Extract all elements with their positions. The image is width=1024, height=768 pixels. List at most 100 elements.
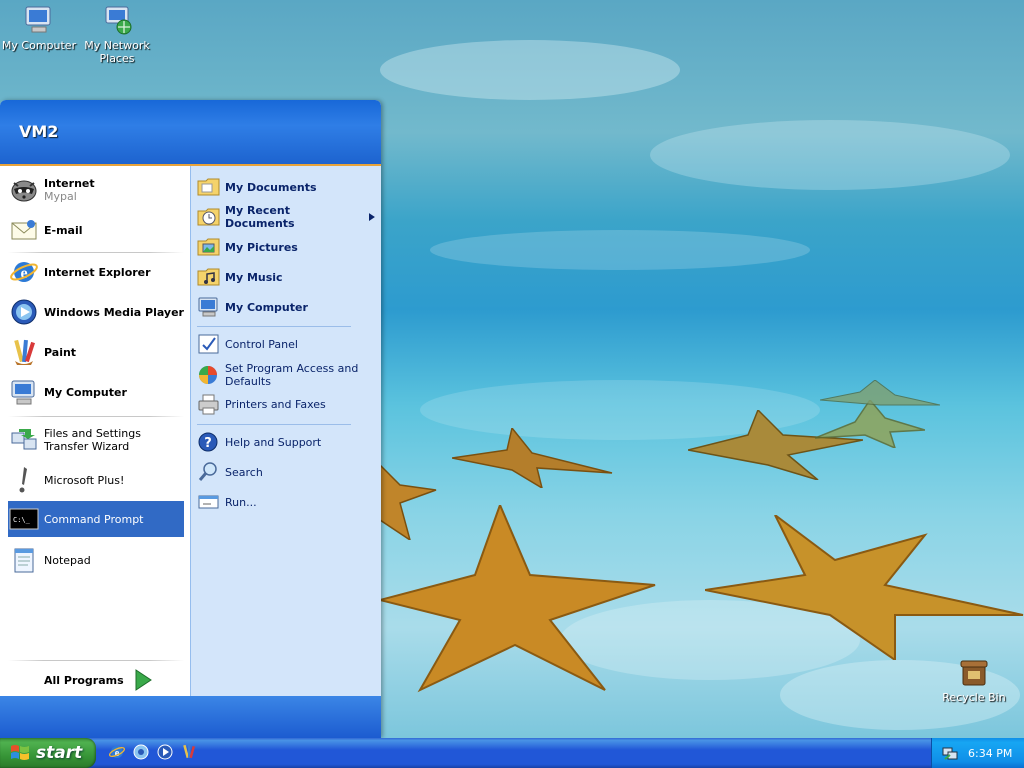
paint-icon[interactable] bbox=[180, 743, 198, 761]
recycle-bin-icon bbox=[960, 660, 988, 686]
start-item-label: Internet bbox=[44, 177, 95, 190]
recent-documents-icon bbox=[197, 205, 221, 229]
internet-explorer-icon: e bbox=[8, 256, 40, 288]
media-player-icon bbox=[8, 296, 40, 328]
all-programs-button[interactable]: All Programs bbox=[44, 668, 164, 692]
svg-text:C:\_: C:\_ bbox=[13, 516, 31, 524]
desktop-icon-label: Recycle Bin bbox=[942, 691, 1006, 704]
starfish-decoration bbox=[380, 465, 437, 540]
starfish-decoration bbox=[452, 428, 613, 488]
start-item-label: Printers and Faxes bbox=[225, 397, 326, 411]
start-item-my-pictures[interactable]: My Pictures bbox=[197, 234, 375, 260]
username: VM2 bbox=[19, 122, 59, 141]
help-icon: ? bbox=[197, 430, 221, 454]
start-item-label: Help and Support bbox=[225, 435, 322, 449]
command-prompt-icon: C:\_ bbox=[8, 503, 40, 535]
taskbar: start e 6:34 PM bbox=[0, 738, 1024, 768]
start-menu-separator bbox=[197, 424, 351, 425]
search-icon bbox=[197, 460, 221, 484]
network-icon bbox=[105, 6, 132, 35]
exclamation-icon bbox=[8, 464, 40, 496]
start-button[interactable]: start bbox=[0, 738, 96, 768]
program-access-icon bbox=[197, 363, 221, 387]
start-item-label: E-mail bbox=[44, 223, 83, 237]
folder-documents-icon bbox=[197, 175, 221, 199]
desktop-icon-my-computer[interactable]: My Computer bbox=[0, 3, 79, 52]
start-item-label: Paint bbox=[44, 345, 77, 359]
computer-icon bbox=[197, 295, 221, 319]
all-programs-label: All Programs bbox=[44, 673, 124, 687]
start-item-my-computer-right[interactable]: My Computer bbox=[197, 294, 375, 320]
network-tray-icon[interactable] bbox=[942, 745, 958, 761]
start-item-search[interactable]: Search bbox=[197, 460, 375, 484]
start-item-internet[interactable]: Internet Mypal bbox=[8, 172, 184, 208]
email-icon bbox=[8, 214, 40, 246]
browser-icon[interactable] bbox=[132, 743, 150, 761]
start-item-label: My Documents bbox=[225, 180, 317, 194]
notepad-icon bbox=[8, 544, 40, 576]
raccoon-browser-icon bbox=[8, 174, 40, 206]
start-item-label: Run... bbox=[225, 495, 257, 509]
start-item-microsoft-plus[interactable]: Microsoft Plus! bbox=[8, 462, 184, 498]
windows-logo-icon bbox=[11, 745, 29, 760]
computer-icon bbox=[25, 6, 51, 33]
start-item-label: Files and Settings Transfer Wizard bbox=[44, 427, 141, 453]
submenu-arrow-icon bbox=[369, 213, 375, 221]
start-item-command-prompt[interactable]: C:\_ Command Prompt bbox=[8, 501, 184, 537]
start-item-control-panel[interactable]: Control Panel bbox=[197, 332, 375, 356]
transfer-wizard-icon bbox=[8, 424, 40, 456]
start-menu-right-pane: My Documents My Recent Documents My Pict… bbox=[190, 166, 381, 696]
desktop-icon-recycle-bin[interactable]: Recycle Bin bbox=[934, 655, 1014, 704]
clock[interactable]: 6:34 PM bbox=[968, 747, 1012, 760]
start-item-paint[interactable]: Paint bbox=[8, 334, 184, 370]
start-item-label: Search bbox=[225, 465, 263, 479]
start-menu-left-pane: Internet Mypal E-mail e Internet Explore… bbox=[0, 166, 190, 696]
start-item-run[interactable]: Run... bbox=[197, 490, 375, 514]
start-item-help-and-support[interactable]: ? Help and Support bbox=[197, 430, 375, 454]
paint-icon bbox=[8, 336, 40, 368]
control-panel-icon bbox=[197, 332, 221, 356]
start-item-my-computer[interactable]: My Computer bbox=[8, 374, 184, 410]
start-menu: VM2 Internet Mypal E-mail e Internet Exp… bbox=[0, 100, 381, 738]
start-item-email[interactable]: E-mail bbox=[8, 212, 184, 248]
start-menu-separator bbox=[8, 660, 184, 661]
start-item-label: My Pictures bbox=[225, 240, 298, 254]
start-item-label: Microsoft Plus! bbox=[44, 473, 125, 487]
quick-launch: e bbox=[108, 743, 198, 761]
internet-explorer-icon[interactable]: e bbox=[108, 743, 126, 761]
start-menu-separator bbox=[8, 416, 184, 417]
start-item-printers-and-faxes[interactable]: Printers and Faxes bbox=[197, 392, 375, 416]
start-item-label: My Computer bbox=[225, 300, 308, 314]
start-menu-separator bbox=[197, 326, 351, 327]
start-item-set-program-access[interactable]: Set Program Access and Defaults bbox=[197, 360, 375, 390]
start-item-my-recent-documents[interactable]: My Recent Documents bbox=[197, 204, 375, 230]
green-arrow-icon bbox=[135, 669, 152, 691]
start-menu-separator bbox=[8, 252, 184, 253]
starfish-decoration bbox=[705, 515, 1024, 660]
run-icon bbox=[197, 490, 221, 514]
computer-icon bbox=[8, 376, 40, 408]
start-item-label: Internet Explorer bbox=[44, 265, 151, 279]
start-menu-footer bbox=[0, 696, 381, 738]
start-item-windows-media-player[interactable]: Windows Media Player bbox=[8, 294, 184, 330]
start-item-sublabel: Mypal bbox=[44, 190, 77, 203]
start-item-notepad[interactable]: Notepad bbox=[8, 542, 184, 578]
folder-music-icon bbox=[197, 265, 221, 289]
start-item-label: My Music bbox=[225, 270, 283, 284]
desktop-icon-my-network-places[interactable]: My Network Places bbox=[77, 3, 157, 65]
printer-icon bbox=[197, 392, 221, 416]
folder-pictures-icon bbox=[197, 235, 221, 259]
desktop-icon-label: My Network Places bbox=[84, 39, 150, 65]
desktop-icon-label: My Computer bbox=[1, 39, 77, 52]
start-item-label: Command Prompt bbox=[44, 512, 144, 526]
media-player-icon[interactable] bbox=[156, 743, 174, 761]
start-item-label: My Computer bbox=[44, 385, 127, 399]
start-item-my-documents[interactable]: My Documents bbox=[197, 174, 375, 200]
start-item-files-settings-transfer[interactable]: Files and Settings Transfer Wizard bbox=[8, 422, 184, 458]
start-item-internet-explorer[interactable]: e Internet Explorer bbox=[8, 254, 184, 290]
start-item-label: Set Program Access and Defaults bbox=[225, 362, 359, 388]
start-label: start bbox=[36, 743, 83, 763]
start-item-label: Notepad bbox=[44, 553, 91, 567]
start-item-my-music[interactable]: My Music bbox=[197, 264, 375, 290]
start-menu-header: VM2 bbox=[0, 100, 381, 166]
